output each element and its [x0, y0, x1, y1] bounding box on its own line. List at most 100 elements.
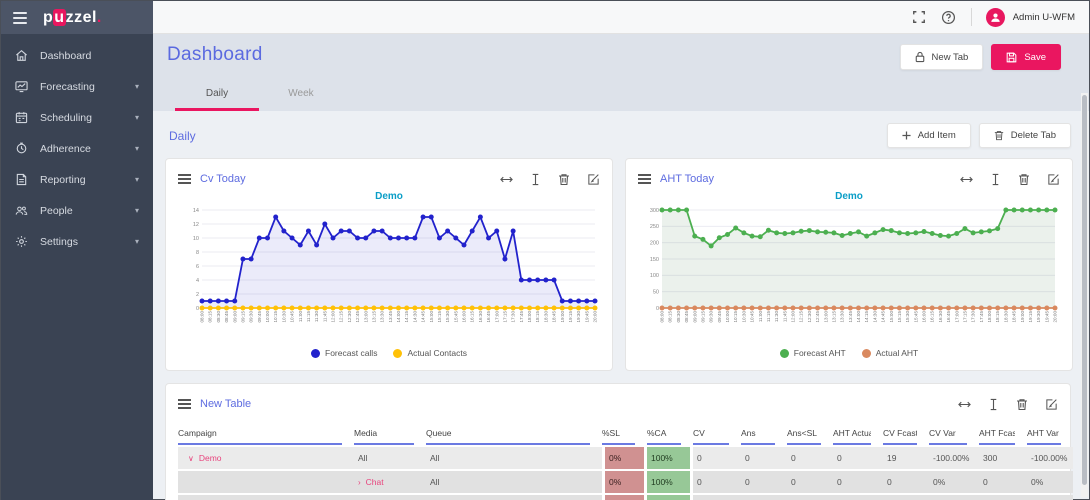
- table-cell: -100.00%: [1027, 447, 1073, 469]
- svg-text:11:30: 11:30: [314, 311, 319, 323]
- svg-text:09:00: 09:00: [232, 311, 237, 323]
- chart-subtitle: Demo: [638, 191, 1060, 205]
- sidebar-item-scheduling[interactable]: Scheduling ▾: [1, 102, 153, 133]
- column-header[interactable]: Ans: [741, 422, 787, 445]
- widget-menu-icon[interactable]: [178, 399, 191, 409]
- column-header[interactable]: %SL: [602, 422, 647, 445]
- table-cell: 100%: [647, 495, 693, 500]
- delete-icon[interactable]: [1018, 173, 1031, 186]
- widget-menu-icon[interactable]: [178, 174, 191, 184]
- help-icon[interactable]: [941, 9, 957, 25]
- column-header[interactable]: Media: [354, 422, 426, 445]
- resize-horizontal-icon[interactable]: [500, 173, 513, 186]
- table-cell: 19: [883, 447, 929, 469]
- column-header[interactable]: CV: [693, 422, 741, 445]
- table-cell: 100%: [647, 447, 693, 469]
- svg-text:08:45: 08:45: [684, 311, 689, 323]
- svg-text:09:30: 09:30: [249, 311, 254, 323]
- svg-text:300: 300: [650, 208, 659, 214]
- user-menu[interactable]: Admin U-WFM: [986, 8, 1075, 27]
- svg-text:100: 100: [650, 273, 659, 279]
- add-item-button[interactable]: Add Item: [887, 123, 971, 148]
- save-button[interactable]: Save: [991, 44, 1061, 70]
- svg-text:15:45: 15:45: [913, 311, 918, 323]
- chart-legend: Forecast AHTActual AHT: [638, 344, 1060, 362]
- vertical-scrollbar[interactable]: [1081, 93, 1088, 497]
- svg-text:19:30: 19:30: [1036, 311, 1041, 323]
- svg-text:18:15: 18:15: [535, 311, 540, 323]
- svg-text:15:00: 15:00: [889, 311, 894, 323]
- sidebar-item-reporting[interactable]: Reporting ▾: [1, 164, 153, 195]
- sidebar-item-settings[interactable]: Settings ▾: [1, 226, 153, 257]
- sidebar-item-adherence[interactable]: Adherence ▾: [1, 133, 153, 164]
- top-bar-divider: [971, 8, 972, 26]
- svg-text:15:30: 15:30: [445, 311, 450, 323]
- content-area: Daily Add Item Delete Tab Cv: [153, 111, 1089, 500]
- svg-text:17:30: 17:30: [971, 311, 976, 323]
- sidebar-item-dashboard[interactable]: Dashboard: [1, 40, 153, 71]
- svg-text:09:30: 09:30: [709, 311, 714, 323]
- svg-text:15:00: 15:00: [429, 311, 434, 323]
- table-cell: -100.00%: [929, 495, 979, 500]
- menu-toggle-icon[interactable]: [13, 12, 27, 24]
- delete-icon[interactable]: [558, 173, 571, 186]
- new-tab-button[interactable]: New Tab: [900, 44, 984, 70]
- fullscreen-icon[interactable]: [911, 9, 927, 25]
- svg-text:16:15: 16:15: [470, 311, 475, 323]
- svg-text:16:45: 16:45: [946, 311, 951, 323]
- home-icon: [15, 49, 28, 62]
- svg-text:19:45: 19:45: [584, 311, 589, 323]
- clock-icon: [15, 142, 28, 155]
- resize-horizontal-icon[interactable]: [960, 173, 973, 186]
- tab-week[interactable]: Week: [259, 78, 343, 111]
- column-header[interactable]: CV Var: [929, 422, 979, 445]
- people-icon: [15, 204, 28, 217]
- column-header[interactable]: AHT Var: [1027, 422, 1073, 445]
- resize-vertical-icon[interactable]: [529, 173, 542, 186]
- resize-vertical-icon[interactable]: [987, 398, 1000, 411]
- resize-vertical-icon[interactable]: [989, 173, 1002, 186]
- svg-text:14:15: 14:15: [404, 311, 409, 323]
- svg-text:16:30: 16:30: [478, 311, 483, 323]
- sidebar-item-people[interactable]: People ▾: [1, 195, 153, 226]
- widget-menu-icon[interactable]: [638, 174, 651, 184]
- svg-text:08:30: 08:30: [216, 311, 221, 323]
- edit-icon[interactable]: [587, 173, 600, 186]
- svg-text:16:00: 16:00: [922, 311, 927, 323]
- sidebar-item-forecasting[interactable]: Forecasting ▾: [1, 71, 153, 102]
- delete-tab-button[interactable]: Delete Tab: [979, 123, 1071, 148]
- svg-text:09:00: 09:00: [692, 311, 697, 323]
- column-header[interactable]: Ans<SL: [787, 422, 833, 445]
- svg-text:09:15: 09:15: [700, 311, 705, 323]
- svg-text:15:30: 15:30: [905, 311, 910, 323]
- svg-text:12:15: 12:15: [799, 311, 804, 323]
- svg-text:13:30: 13:30: [380, 311, 385, 323]
- svg-text:18:00: 18:00: [527, 311, 532, 323]
- scrollbar-thumb[interactable]: [1082, 95, 1087, 485]
- column-header[interactable]: Queue: [426, 422, 602, 445]
- svg-text:13:00: 13:00: [363, 311, 368, 323]
- column-header[interactable]: CV Fcast: [883, 422, 929, 445]
- resize-horizontal-icon[interactable]: [958, 398, 971, 411]
- svg-text:14:30: 14:30: [412, 311, 417, 323]
- campaign-link[interactable]: ∨Demo: [188, 453, 222, 463]
- column-header[interactable]: Campaign: [178, 422, 354, 445]
- svg-text:08:00: 08:00: [200, 311, 205, 323]
- edit-icon[interactable]: [1045, 398, 1058, 411]
- media-link[interactable]: ›Chat: [358, 477, 384, 487]
- delete-icon[interactable]: [1016, 398, 1029, 411]
- edit-icon[interactable]: [1047, 173, 1060, 186]
- svg-text:50: 50: [653, 289, 659, 295]
- svg-text:6: 6: [196, 264, 199, 270]
- column-header[interactable]: %CA: [647, 422, 693, 445]
- svg-text:8: 8: [196, 250, 199, 256]
- svg-text:13:15: 13:15: [371, 311, 376, 323]
- widget-actions: [500, 173, 600, 186]
- column-header[interactable]: AHT Fcast: [979, 422, 1027, 445]
- column-header[interactable]: AHT Actual: [833, 422, 883, 445]
- legend-dot-icon: [393, 349, 402, 358]
- svg-text:16:00: 16:00: [462, 311, 467, 323]
- table-cell: 0%: [602, 447, 647, 469]
- svg-text:13:45: 13:45: [388, 311, 393, 323]
- tab-daily[interactable]: Daily: [175, 78, 259, 111]
